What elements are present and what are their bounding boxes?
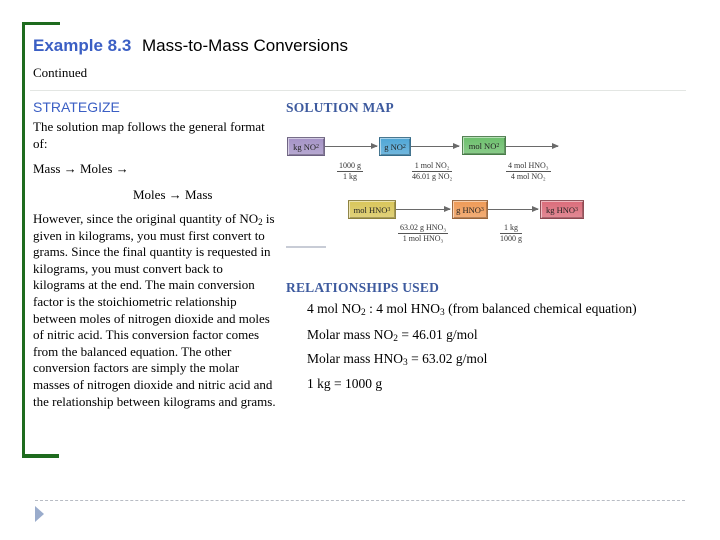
node-label: mol NO <box>468 140 497 151</box>
rel-text: Molar mass NO <box>307 327 394 342</box>
factor-kg-to-g: 1000 g1 kg <box>337 161 363 182</box>
rel-text: (from balanced chemical equation) <box>444 301 637 316</box>
node-g-no2: g NO 2 <box>379 137 411 156</box>
factor-denominator: 4 mol NO₂ <box>510 172 546 181</box>
factor-numerator: 1 mol NO₂ <box>412 161 453 172</box>
node-label: g HNO <box>456 204 481 215</box>
continued-label: Continued <box>33 65 88 80</box>
explanation-part-b: is given in kilograms, you must first co… <box>33 211 276 409</box>
example-number: Example 8.3 <box>33 36 132 55</box>
rel-text: Molar mass HNO <box>307 351 403 366</box>
factor-denominator: 1000 g <box>500 234 522 243</box>
relationship-molar-mass-no2: Molar mass NO2 = 46.01 g/mol <box>307 327 478 344</box>
strategize-intro: The solution map follows the general for… <box>33 119 265 151</box>
example-title: Mass-to-Mass Conversions <box>142 36 348 55</box>
explanation-part-a: However, since the original quantity of … <box>33 211 259 226</box>
solution-map-heading: SOLUTION MAP <box>286 100 394 115</box>
footer-divider <box>35 500 685 501</box>
header-divider <box>30 90 686 91</box>
strategize-heading: STRATEGIZE <box>33 99 120 115</box>
factor-numerator: 1 kg <box>500 223 522 234</box>
rel-text: : 4 mol HNO <box>365 301 440 316</box>
arrow-4 <box>396 206 451 212</box>
rel-text: 4 mol NO <box>307 301 361 316</box>
factor-g-to-kg: 1 kg 1000 g <box>500 223 522 244</box>
factor-denominator: 46.01 g NO₂ <box>412 172 453 181</box>
factor-denominator: 1 mol HNO₃ <box>402 234 444 243</box>
node-label: g NO <box>384 141 403 152</box>
factor-mole-ratio: 4 mol HNO₃ 4 mol NO₂ <box>506 161 551 182</box>
factor-numerator: 63.02 g HNO₃ <box>398 223 449 234</box>
factor-numerator: 4 mol HNO₃ <box>506 161 551 172</box>
green-bracket-bottom <box>22 454 59 458</box>
play-arrow-icon[interactable] <box>35 506 44 522</box>
node-label: kg HNO <box>545 204 576 215</box>
rel-text: 1 kg = 1000 g <box>307 376 383 391</box>
format-line-1: Mass → Moles → <box>33 161 129 176</box>
green-bracket-vertical <box>22 22 25 457</box>
factor-numerator: 1000 g <box>337 161 363 172</box>
factor-g-to-mol-no2: 1 mol NO₂ 46.01 g NO₂ <box>412 161 453 182</box>
relationship-molar-mass-hno3: Molar mass HNO3 = 63.02 g/mol <box>307 351 488 368</box>
slide-title: Example 8.3 Mass-to-Mass Conversions <box>33 36 348 56</box>
image-credit-line <box>286 246 326 248</box>
node-kg-no2: kg NO 2 <box>287 137 325 156</box>
node-mol-no2: mol NO 2 <box>462 136 506 155</box>
arrow-3 <box>506 143 559 149</box>
node-kg-hno3: kg HNO 3 <box>540 200 584 219</box>
relationship-kg-g: 1 kg = 1000 g <box>307 376 382 392</box>
solution-map-diagram: kg NO 2 g NO 2 mol NO 2 1000 g1 kg 1 mol NO… <box>282 128 592 253</box>
node-label: mol HNO <box>353 204 388 215</box>
node-mol-hno3: mol HNO 3 <box>348 200 396 219</box>
node-label: kg NO <box>293 141 316 152</box>
strategize-explanation: However, since the original quantity of … <box>33 211 278 410</box>
arrow-5 <box>488 206 539 212</box>
rel-text: = 63.02 g/mol <box>407 351 488 366</box>
relationships-heading: RELATIONSHIPS USED <box>286 280 440 295</box>
arrow-2 <box>411 143 460 149</box>
rel-text: = 46.01 g/mol <box>397 327 478 342</box>
factor-denominator: 1 kg <box>343 172 357 181</box>
arrow-1 <box>325 143 378 149</box>
green-bracket-top <box>22 22 60 25</box>
factor-mol-to-g-hno3: 63.02 g HNO₃ 1 mol HNO₃ <box>398 223 449 244</box>
node-g-hno3: g HNO 3 <box>452 200 488 219</box>
relationship-mole-ratio: 4 mol NO2 : 4 mol HNO3 (from balanced ch… <box>307 301 637 318</box>
